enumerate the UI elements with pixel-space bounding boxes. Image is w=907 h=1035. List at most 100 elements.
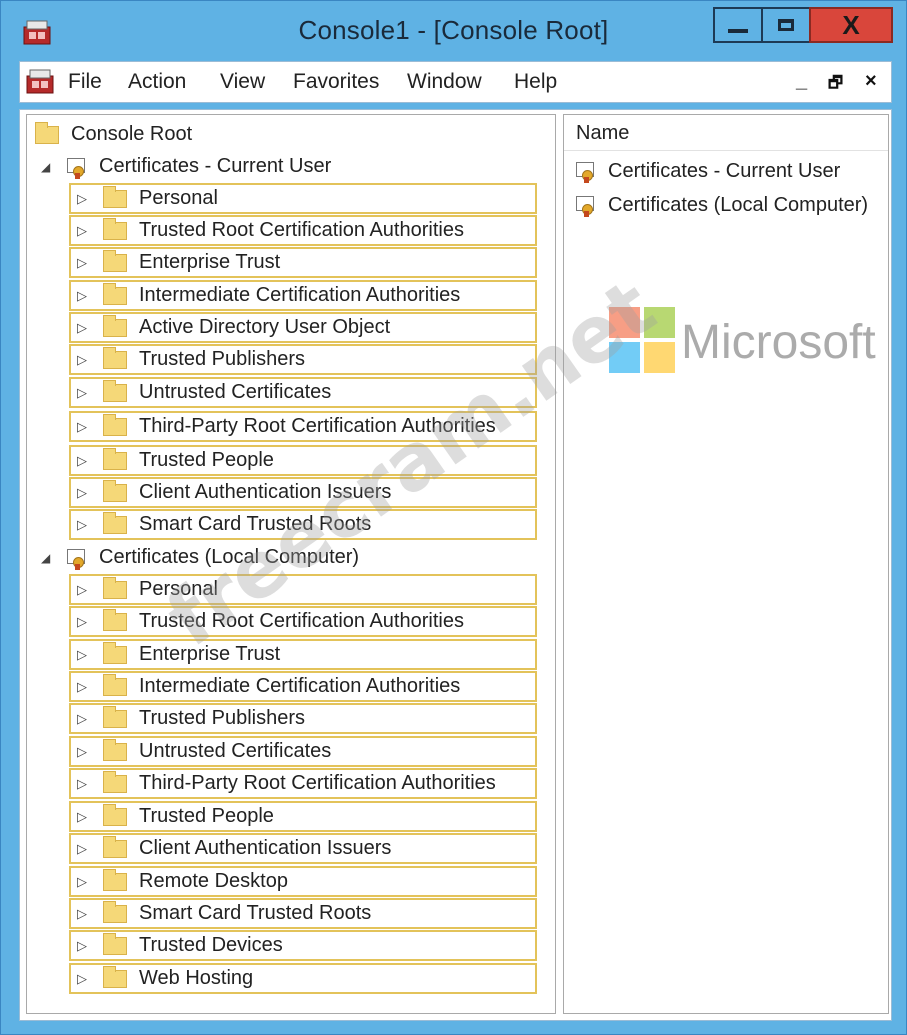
folder-icon xyxy=(103,314,127,337)
expand-arrow-icon[interactable]: ▷ xyxy=(77,744,91,760)
expand-arrow-icon[interactable]: ▷ xyxy=(77,906,91,922)
folder-icon xyxy=(103,447,127,470)
expand-arrow-icon[interactable]: ▷ xyxy=(77,776,91,792)
expand-arrow-icon[interactable]: ▷ xyxy=(77,453,91,469)
tree-root[interactable]: Console Root xyxy=(35,119,192,150)
expand-arrow-icon[interactable]: ▷ xyxy=(77,971,91,987)
tree-item[interactable]: ▷ Active Directory User Object xyxy=(69,312,537,343)
folder-icon xyxy=(103,641,127,664)
expand-arrow-icon[interactable]: ▷ xyxy=(77,841,91,857)
expand-arrow-icon[interactable]: ▷ xyxy=(77,288,91,304)
watermark-brand: Microsoft xyxy=(681,316,876,369)
expand-arrow-icon[interactable]: ▷ xyxy=(77,385,91,401)
mmc-menu-icon[interactable] xyxy=(26,68,54,94)
result-pane[interactable]: Name Certificates - Current User Certifi… xyxy=(563,114,889,1014)
tree-group-label: Certificates - Current User xyxy=(99,155,332,177)
expand-arrow-icon[interactable]: ▷ xyxy=(77,874,91,890)
minimize-button[interactable] xyxy=(713,7,763,43)
menu-help[interactable]: Help xyxy=(514,70,557,94)
column-header-name[interactable]: Name xyxy=(564,115,888,151)
expand-arrow-icon[interactable]: ▷ xyxy=(77,485,91,501)
expand-arrow-icon[interactable]: ▷ xyxy=(77,517,91,533)
expand-arrow-icon[interactable]: ▷ xyxy=(77,647,91,663)
tree-item-label: Trusted Devices xyxy=(139,934,283,956)
folder-icon xyxy=(103,282,127,305)
close-button[interactable]: X xyxy=(809,7,893,43)
tree-item[interactable]: ▷ Intermediate Certification Authorities xyxy=(69,671,537,702)
console-content: Console Root ◢ Certificates - Current Us… xyxy=(19,109,892,1021)
tree-item[interactable]: ▷ Untrusted Certificates xyxy=(69,736,537,767)
certificate-icon xyxy=(574,194,598,217)
tree-item-label: Trusted Publishers xyxy=(139,348,305,370)
expand-arrow-icon[interactable]: ▷ xyxy=(77,191,91,207)
mdi-restore-button[interactable]: 🗗 xyxy=(828,72,843,99)
expand-arrow-icon[interactable]: ▷ xyxy=(77,223,91,239)
tree-item[interactable]: ▷ Remote Desktop xyxy=(69,866,537,897)
tree-item-label: Trusted Root Certification Authorities xyxy=(139,219,464,241)
tree-item[interactable]: ▷ Trusted Publishers xyxy=(69,703,537,734)
tree-root-label: Console Root xyxy=(71,123,193,145)
close-icon: X xyxy=(842,9,860,40)
folder-icon xyxy=(103,705,127,728)
collapse-arrow-icon[interactable]: ◢ xyxy=(41,160,55,174)
folder-icon xyxy=(35,121,59,144)
expand-arrow-icon[interactable]: ▷ xyxy=(77,614,91,630)
tree-item-label: Untrusted Certificates xyxy=(139,740,332,762)
tree-item-label: Intermediate Certification Authorities xyxy=(139,675,461,697)
tree-item[interactable]: ▷ Enterprise Trust xyxy=(69,247,537,278)
expand-arrow-icon[interactable]: ▷ xyxy=(77,679,91,695)
maximize-button[interactable] xyxy=(761,7,811,43)
expand-arrow-icon[interactable]: ▷ xyxy=(77,255,91,271)
expand-arrow-icon[interactable]: ▷ xyxy=(77,938,91,954)
title-bar[interactable]: Console1 - [Console Root] X xyxy=(1,1,906,59)
menu-favorites[interactable]: Favorites xyxy=(293,70,379,94)
tree-item[interactable]: ▷ Trusted Root Certification Authorities xyxy=(69,606,537,637)
folder-icon xyxy=(103,803,127,826)
tree-item[interactable]: ▷ Intermediate Certification Authorities xyxy=(69,280,537,311)
menu-file[interactable]: File xyxy=(68,70,102,94)
folder-icon xyxy=(103,770,127,793)
mdi-minimize-button[interactable]: _ xyxy=(796,70,807,93)
folder-icon xyxy=(103,932,127,955)
certificate-icon xyxy=(574,160,598,183)
tree-item[interactable]: ▷ Trusted People xyxy=(69,801,537,832)
expand-arrow-icon[interactable]: ▷ xyxy=(77,352,91,368)
maximize-icon xyxy=(778,19,794,31)
expand-arrow-icon[interactable]: ▷ xyxy=(77,320,91,336)
folder-icon xyxy=(103,576,127,599)
folder-icon xyxy=(103,249,127,272)
tree-item[interactable]: ▷ Enterprise Trust xyxy=(69,639,537,670)
tree-item[interactable]: ▷ Trusted Root Certification Authorities xyxy=(69,215,537,246)
expand-arrow-icon[interactable]: ▷ xyxy=(77,809,91,825)
tree-item[interactable]: ▷ Trusted Devices xyxy=(69,930,537,961)
tree-item-label: Third-Party Root Certification Authoriti… xyxy=(139,772,496,794)
menu-view[interactable]: View xyxy=(220,70,265,94)
tree-item-label: Trusted Publishers xyxy=(139,707,305,729)
tree-item[interactable]: ▷ Client Authentication Issuers xyxy=(69,833,537,864)
tree-item[interactable]: ▷ Personal xyxy=(69,183,537,214)
expand-arrow-icon[interactable]: ▷ xyxy=(77,582,91,598)
menu-window[interactable]: Window xyxy=(407,70,482,94)
tree-item-label: Active Directory User Object xyxy=(139,316,391,338)
certificate-icon xyxy=(65,156,89,179)
menu-action[interactable]: Action xyxy=(128,70,186,94)
tree-item-label: Trusted People xyxy=(139,449,274,471)
tree-group-current-user[interactable]: ◢ Certificates - Current User xyxy=(41,151,331,182)
tree-item-label: Client Authentication Issuers xyxy=(139,837,392,859)
tree-item[interactable]: ▷ Web Hosting xyxy=(69,963,537,994)
tree-item-label: Personal xyxy=(139,187,218,209)
tree-item[interactable]: ▷ Smart Card Trusted Roots xyxy=(69,898,537,929)
folder-icon xyxy=(103,868,127,891)
mdi-close-button[interactable]: × xyxy=(865,70,877,93)
list-item[interactable]: Certificates - Current User xyxy=(574,155,840,187)
tree-item-label: Remote Desktop xyxy=(139,870,288,892)
collapse-arrow-icon[interactable]: ◢ xyxy=(41,551,55,565)
folder-icon xyxy=(103,479,127,502)
tree-item[interactable]: ▷ Third-Party Root Certification Authorit… xyxy=(69,768,537,799)
expand-arrow-icon[interactable]: ▷ xyxy=(77,419,91,435)
folder-icon xyxy=(103,379,127,402)
list-item-label: Certificates (Local Computer) xyxy=(608,193,869,216)
expand-arrow-icon[interactable]: ▷ xyxy=(77,711,91,727)
folder-icon xyxy=(103,217,127,240)
list-item[interactable]: Certificates (Local Computer) xyxy=(574,189,868,221)
